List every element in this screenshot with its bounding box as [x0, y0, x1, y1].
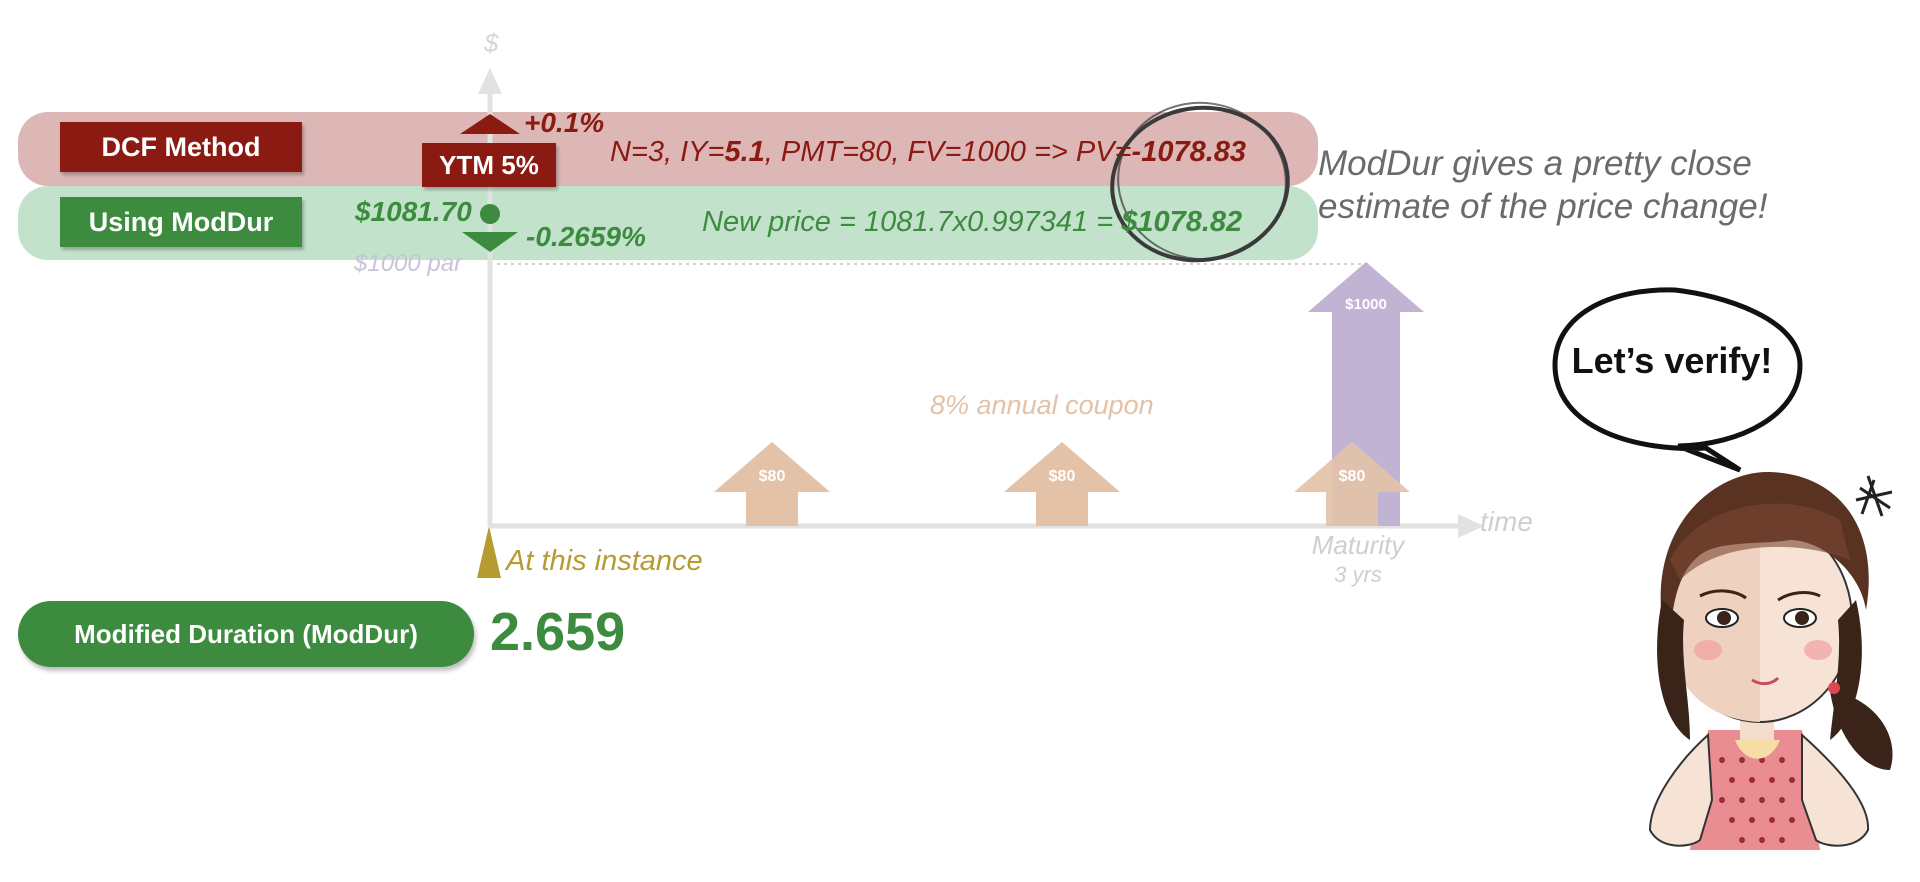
price-axis-label: $ [484, 28, 499, 58]
price-change-label: -0.2659% [526, 221, 646, 252]
dcf-pv-value: -1078.83 [1131, 136, 1247, 168]
instance-label: At this instance [506, 545, 703, 577]
par-label: $1000 par [354, 250, 463, 277]
yield-up-triangle [460, 114, 520, 134]
dcf-formula: N=3, IY=5.1, PMT=80, FV=1000 => PV=-1078… [610, 136, 1247, 168]
initial-price-label: $1081.70 [355, 196, 472, 227]
speech-bubble-text: Let’s verify! [1571, 340, 1773, 381]
moddur-result-value: $1078.82 [1121, 206, 1243, 238]
coupon-label-year1: $80 [758, 468, 786, 485]
yield-change-label: +0.1% [524, 107, 605, 138]
face-value-label: $1000 [1345, 296, 1387, 313]
highlight-circle [1110, 101, 1290, 263]
dcf-method-label: DCF Method [60, 122, 302, 172]
conclusion-note: ModDur gives a pretty close estimate of … [1318, 144, 1768, 226]
ytm-label: YTM 5% [422, 143, 556, 187]
time-axis-label: time [1480, 506, 1533, 537]
current-price-dot [480, 204, 500, 224]
coupon-label-year3: $80 [1338, 468, 1366, 485]
girl-illustration [1648, 471, 1893, 850]
price-down-triangle [462, 232, 518, 252]
using-moddur-label: Using ModDur [60, 197, 302, 247]
moddur-formula: New price = 1081.7x0.997341 = $1078.82 [702, 206, 1243, 238]
dcf-iy-value: 5.1 [724, 136, 765, 168]
coupon-note: 8% annual coupon [930, 390, 1154, 420]
modified-duration-label: Modified Duration (ModDur) [18, 601, 474, 667]
price-axis-arrowhead [478, 68, 502, 94]
coupon-label-year2: $80 [1048, 468, 1076, 485]
modified-duration-value: 2.659 [490, 602, 626, 662]
maturity-label: Maturity 3 yrs [1311, 530, 1405, 587]
instance-marker [477, 526, 501, 578]
